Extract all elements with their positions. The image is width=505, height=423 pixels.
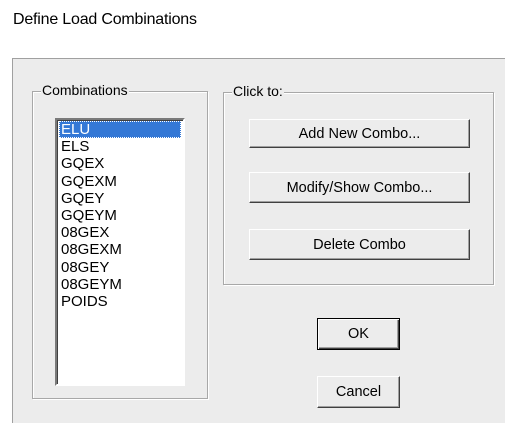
combination-list-item[interactable]: GQEXM bbox=[59, 173, 181, 190]
delete-combo-button[interactable]: Delete Combo bbox=[249, 229, 470, 260]
combination-list-item[interactable]: GQEYM bbox=[59, 207, 181, 224]
combination-list-item[interactable]: ELS bbox=[59, 138, 181, 155]
combination-list-item[interactable]: ELU bbox=[59, 121, 181, 139]
cancel-button[interactable]: Cancel bbox=[317, 376, 400, 408]
modify-show-combo-button[interactable]: Modify/Show Combo... bbox=[249, 172, 470, 203]
combination-list-item[interactable]: 08GEXM bbox=[59, 241, 181, 258]
dialog-title: Define Load Combinations bbox=[13, 11, 197, 28]
combination-list-item[interactable]: POIDS bbox=[59, 293, 181, 310]
combination-list-item[interactable]: 08GEYM bbox=[59, 276, 181, 293]
combination-list-item[interactable]: 08GEY bbox=[59, 259, 181, 276]
ok-button[interactable]: OK bbox=[317, 318, 400, 350]
combination-list-item[interactable]: GQEY bbox=[59, 190, 181, 207]
combination-list-item[interactable]: 08GEX bbox=[59, 224, 181, 241]
click-to-group-label: Click to: bbox=[232, 83, 284, 100]
combination-list-item[interactable]: GQEX bbox=[59, 155, 181, 172]
combinations-group-label: Combinations bbox=[41, 82, 129, 99]
combinations-listbox[interactable]: ELU ELS GQEX GQEXM GQEY GQEYM 08GEX 08GEXM 08GEY… bbox=[55, 118, 185, 386]
add-new-combo-button[interactable]: Add New Combo... bbox=[249, 119, 470, 148]
